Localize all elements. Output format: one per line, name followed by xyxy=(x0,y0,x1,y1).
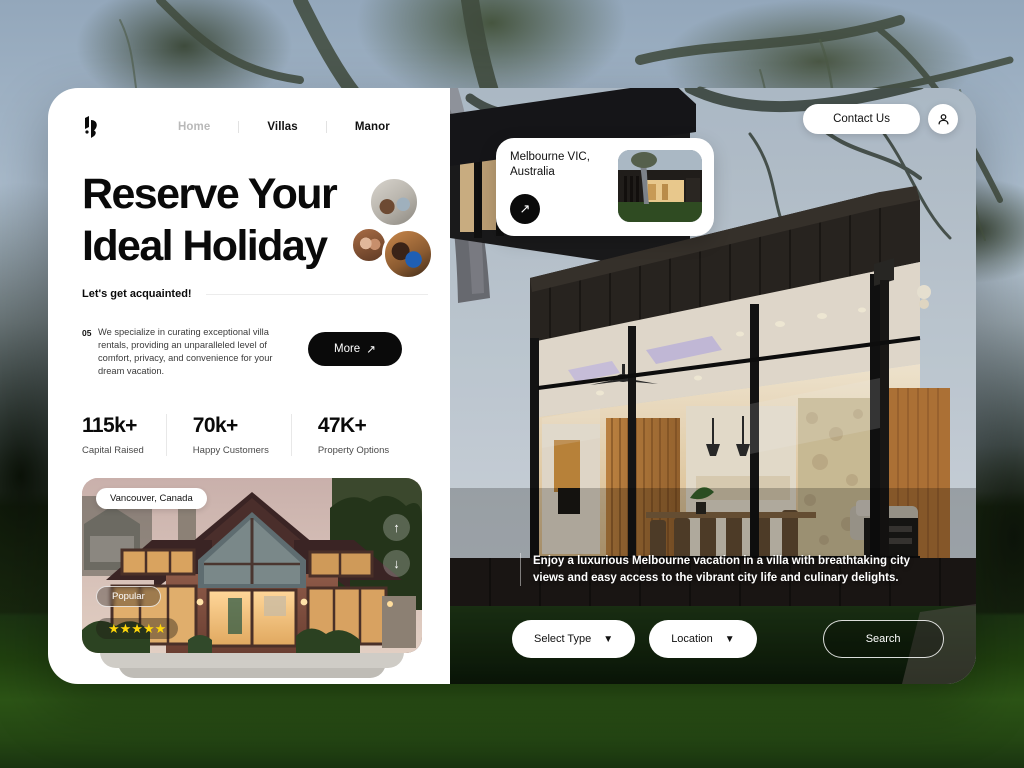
hero-description: Enjoy a luxurious Melbourne vacation in … xyxy=(520,553,920,586)
nav-divider xyxy=(325,121,327,133)
stat-value: 70k+ xyxy=(192,414,239,437)
search-bar: Select Type ▼ Location ▼ Search xyxy=(512,620,944,658)
header-actions: Contact Us xyxy=(803,104,958,134)
user-account-icon xyxy=(938,113,948,124)
nav-item-villas[interactable]: Villas xyxy=(265,121,299,133)
main-navigation: Home Villas Manor xyxy=(176,121,392,133)
nav-item-home[interactable]: Home xyxy=(176,121,212,133)
stat-value: 47K+ xyxy=(317,414,367,437)
place-card-info: Melbourne VIC, Australia ↗ xyxy=(510,150,606,224)
place-go-button[interactable]: ↗ xyxy=(510,194,540,224)
more-button[interactable]: More ↗ xyxy=(308,332,402,366)
chevron-down-icon: ▼ xyxy=(724,633,735,645)
right-hero-pane: Contact Us Melbourne VIC, Australia ↗ En… xyxy=(450,88,976,684)
property-location-chip: Vancouver, Canada xyxy=(96,488,207,509)
account-button[interactable] xyxy=(928,104,958,134)
stat-capital-raised: 115k+ Capital Raised xyxy=(82,414,166,456)
place-name: Melbourne VIC, Australia xyxy=(510,150,606,180)
description-row: 05 We specialize in curating exceptional… xyxy=(82,326,428,378)
description-text: We specialize in curating exceptional vi… xyxy=(98,327,273,376)
property-card-carousel: Vancouver, Canada Popular ★★★★★ ↑ ↓ xyxy=(82,478,422,678)
arrow-up-right-icon: ↗ xyxy=(519,201,531,216)
abstract-leaf-logo-icon[interactable] xyxy=(82,115,102,139)
page-background: Home Villas Manor Reserve Your Ideal Hol… xyxy=(0,0,1024,768)
select-type-dropdown[interactable]: Select Type ▼ xyxy=(512,620,636,658)
popular-badge: Popular xyxy=(96,586,161,607)
stat-label: Capital Raised xyxy=(82,445,144,456)
arrow-up-icon[interactable]: ↑ xyxy=(383,514,410,541)
rating-stars: ★★★★★ xyxy=(96,618,179,639)
acquainted-divider xyxy=(205,293,428,295)
app-window: Home Villas Manor Reserve Your Ideal Hol… xyxy=(48,88,976,684)
stat-happy-customers: 70k+ Happy Customers xyxy=(165,414,291,456)
place-name-line-1: Melbourne VIC, xyxy=(510,151,590,163)
place-thumbnail xyxy=(618,150,702,222)
arrow-down-icon[interactable]: ↓ xyxy=(383,550,410,577)
carousel-controls: ↑ ↓ xyxy=(383,514,410,577)
headline-line-1: Reserve Your xyxy=(82,170,338,218)
nav-divider xyxy=(238,121,240,133)
place-thumbnail-art xyxy=(618,150,702,222)
place-card[interactable]: Melbourne VIC, Australia ↗ xyxy=(496,138,714,236)
description-index: 05 xyxy=(82,328,92,338)
avatar xyxy=(368,176,420,228)
search-button[interactable]: Search xyxy=(822,620,944,658)
headline-block: Reserve Your Ideal Holiday xyxy=(82,168,434,280)
stat-property-options: 47K+ Property Options xyxy=(290,414,411,456)
chevron-down-icon: ▼ xyxy=(603,633,614,645)
acquainted-row: Let's get acquainted! xyxy=(82,288,428,300)
arrow-up-right-icon: ↗ xyxy=(366,344,376,356)
stats-row: 115k+ Capital Raised 70k+ Happy Customer… xyxy=(82,414,428,456)
headline-line-2: Ideal Holiday xyxy=(82,222,328,270)
acquainted-label: Let's get acquainted! xyxy=(82,288,192,300)
more-button-label: More xyxy=(334,343,361,355)
property-card[interactable]: Vancouver, Canada Popular ★★★★★ ↑ ↓ xyxy=(82,478,422,653)
stat-value: 115k+ xyxy=(82,414,137,437)
location-label: Location xyxy=(671,633,713,645)
page-title: Reserve Your Ideal Holiday xyxy=(82,168,382,272)
location-dropdown[interactable]: Location ▼ xyxy=(649,620,757,658)
left-pane: Home Villas Manor Reserve Your Ideal Hol… xyxy=(48,88,450,684)
stat-label: Property Options xyxy=(317,445,390,456)
contact-us-button[interactable]: Contact Us xyxy=(803,104,920,134)
stat-label: Happy Customers xyxy=(192,445,269,456)
select-type-label: Select Type xyxy=(534,633,592,645)
place-name-line-2: Australia xyxy=(510,166,555,178)
avatar-group xyxy=(350,176,434,280)
top-bar: Home Villas Manor xyxy=(82,106,428,148)
avatar xyxy=(382,228,434,280)
nav-item-manor[interactable]: Manor xyxy=(353,121,392,133)
